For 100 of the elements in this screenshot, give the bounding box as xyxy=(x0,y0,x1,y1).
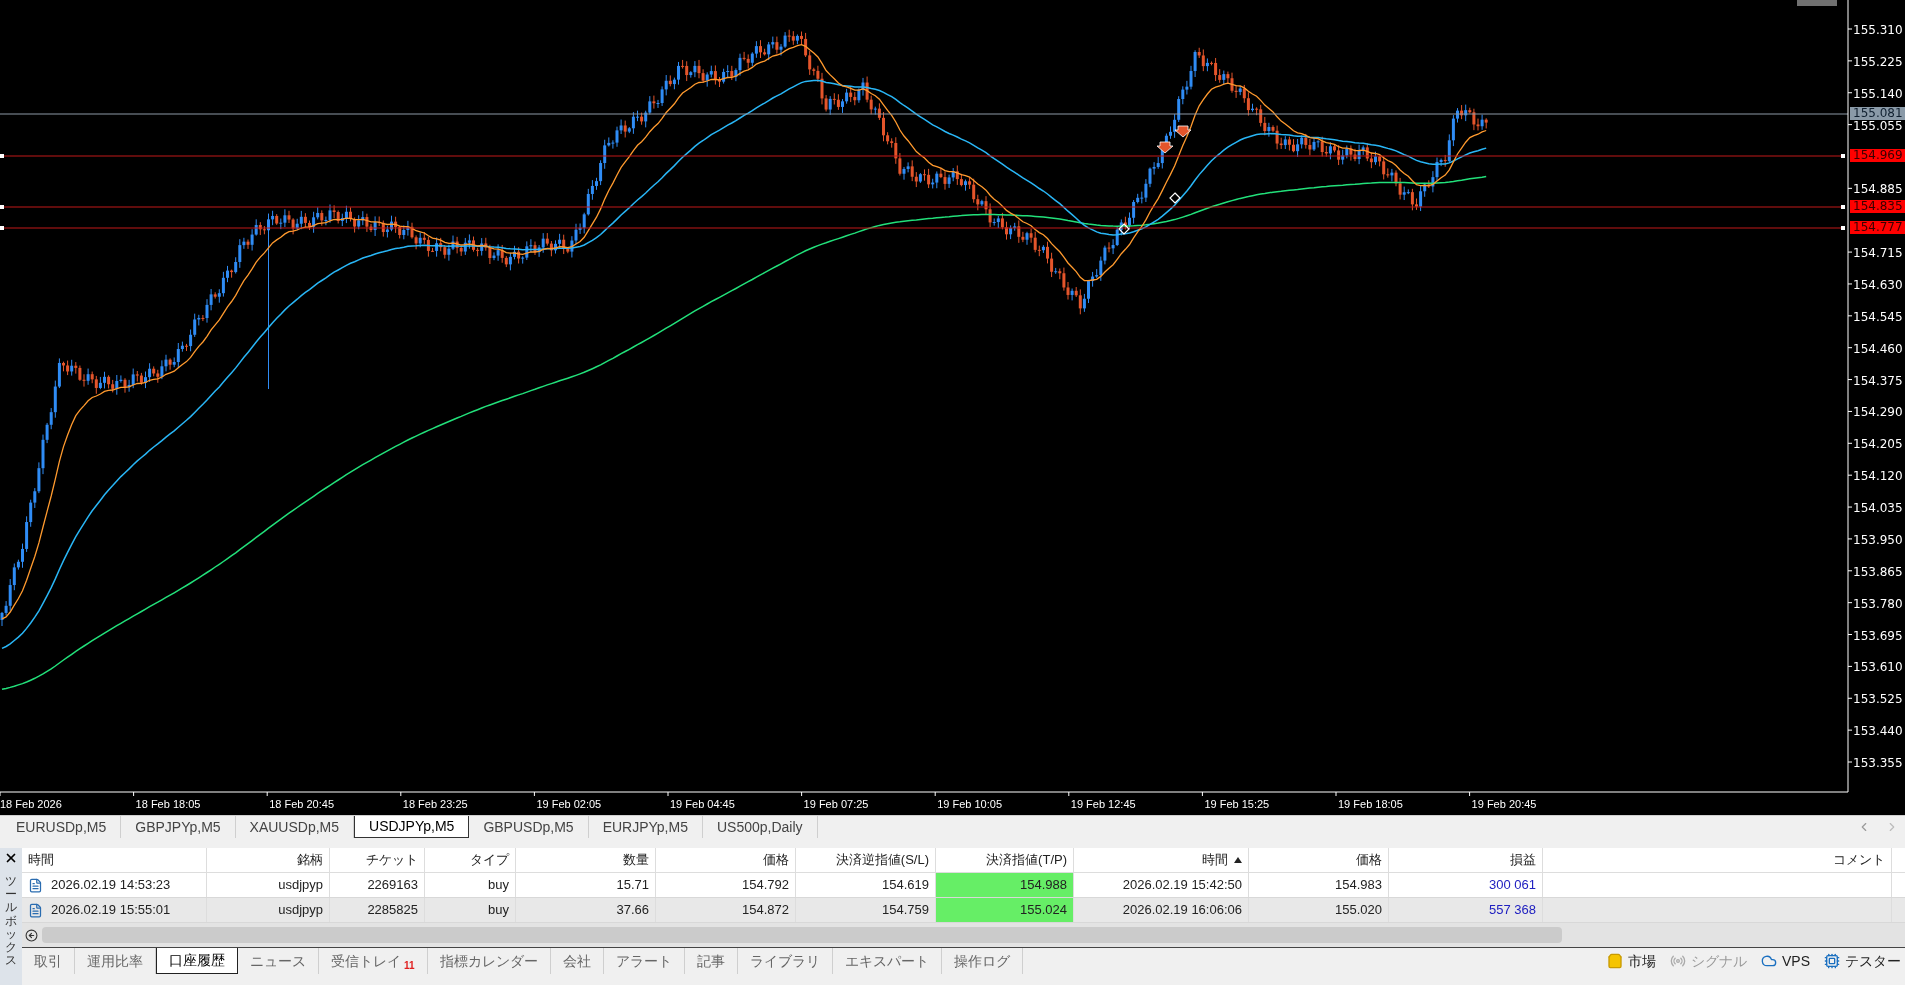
trade-marker-icon xyxy=(1118,223,1130,235)
column-header[interactable]: 時間 xyxy=(22,848,207,872)
time-scale-label: 19 Feb 04:45 xyxy=(670,797,735,811)
table-cell: buy xyxy=(425,898,516,922)
price-scale-label: 153.695 xyxy=(1853,629,1903,642)
horizontal-scrollbar-thumb[interactable] xyxy=(42,927,1562,943)
cloud-icon xyxy=(1761,953,1777,969)
price-scale-label: 153.865 xyxy=(1853,565,1903,578)
column-header[interactable]: 価格 xyxy=(1249,848,1389,872)
toolbox-tab[interactable]: 指標カレンダー xyxy=(427,948,551,974)
price-scale-label: 154.885 xyxy=(1853,183,1903,196)
table-cell: 15.71 xyxy=(516,873,656,897)
price-scale-label: 154.290 xyxy=(1853,406,1903,419)
column-header[interactable]: コメント xyxy=(1543,848,1892,872)
column-header[interactable]: 価格 xyxy=(656,848,796,872)
table-cell: 154.988 xyxy=(936,873,1074,897)
trade-marker-icon xyxy=(1169,192,1181,204)
price-level-line[interactable] xyxy=(0,154,1846,158)
time-scale-label: 19 Feb 02:05 xyxy=(536,797,602,811)
table-cell: buy xyxy=(425,873,516,897)
price-tag: 155.081 xyxy=(1850,107,1905,120)
table-cell: 154.792 xyxy=(656,873,796,897)
column-header[interactable]: 数量 xyxy=(516,848,656,872)
toolbox-tab[interactable]: 受信トレイ 11 xyxy=(319,948,428,974)
toolbox-tab[interactable]: ライブラリ xyxy=(737,948,833,974)
unread-count: 11 xyxy=(404,958,415,973)
table-cell: 155.020 xyxy=(1249,898,1389,922)
price-scale-label: 155.140 xyxy=(1853,87,1903,100)
chart-tab[interactable]: EURUSDp,M5 xyxy=(2,816,122,838)
table-cell: 37.66 xyxy=(516,898,656,922)
table-cell: 2285825 xyxy=(330,898,425,922)
chart-tab[interactable]: GBPUSDp,M5 xyxy=(469,816,589,838)
column-header[interactable]: チケット xyxy=(330,848,425,872)
toolbox-tab[interactable]: 口座履歴 xyxy=(156,948,238,974)
price-scale-label: 153.780 xyxy=(1853,597,1903,610)
toolbox-tab[interactable]: アラート xyxy=(603,948,685,974)
price-tag: 154.777 xyxy=(1850,221,1905,234)
chart-scroll-marker[interactable] xyxy=(1797,0,1837,6)
signal-icon xyxy=(1670,953,1686,969)
column-header[interactable]: 損益 xyxy=(1389,848,1543,872)
chart-tab[interactable]: US500p,Daily xyxy=(702,816,818,838)
table-cell: 2026.02.19 14:53:23 xyxy=(22,873,207,897)
sort-up-icon xyxy=(1234,857,1242,863)
time-scale-label: 18 Feb 20:45 xyxy=(269,797,335,811)
status-button[interactable]: 市場 xyxy=(1607,950,1656,972)
price-scale-label: 153.525 xyxy=(1853,693,1903,706)
column-header[interactable]: タイプ xyxy=(425,848,516,872)
price-tag: 154.835 xyxy=(1850,200,1905,213)
table-cell: 2026.02.19 16:06:06 xyxy=(1074,898,1249,922)
shopping-bag-icon xyxy=(1607,953,1623,969)
toolbox-tab[interactable]: 操作ログ xyxy=(941,948,1023,974)
price-scale-label: 154.205 xyxy=(1853,438,1903,451)
time-scale-label: 19 Feb 10:05 xyxy=(937,797,1003,811)
status-button[interactable]: VPS xyxy=(1761,950,1810,972)
time-scale-label: 18 Feb 18:05 xyxy=(135,797,201,811)
time-scale-label: 19 Feb 18:05 xyxy=(1338,797,1403,811)
close-icon[interactable] xyxy=(4,851,18,865)
price-scale-label: 154.715 xyxy=(1853,247,1903,260)
toolbox-tab[interactable]: 取引 xyxy=(22,948,75,974)
price-scale-label: 153.610 xyxy=(1853,661,1903,674)
toolbox-tab[interactable]: 会社 xyxy=(550,948,604,974)
toolbox-tab[interactable]: ニュース xyxy=(238,948,319,974)
price-level-line[interactable] xyxy=(0,226,1846,230)
document-icon xyxy=(28,877,43,893)
status-button[interactable]: テスター xyxy=(1824,950,1901,972)
time-scale-label: 18 Feb 2026 xyxy=(0,797,62,811)
sell-arrow-icon xyxy=(1156,141,1174,154)
table-cell: 557 368 xyxy=(1389,898,1543,922)
price-scale-label: 155.055 xyxy=(1853,119,1903,132)
table-cell: 300 061 xyxy=(1389,873,1543,897)
document-icon xyxy=(28,902,43,918)
time-scale-label: 19 Feb 20:45 xyxy=(1471,797,1537,811)
price-scale-label: 154.375 xyxy=(1853,374,1903,387)
price-scale-label: 155.225 xyxy=(1853,55,1903,68)
column-header[interactable]: 時間 xyxy=(1074,848,1249,872)
column-header[interactable]: 決済逆指値(S/L) xyxy=(796,848,936,872)
time-scale-label: 19 Feb 15:25 xyxy=(1204,797,1270,811)
price-scale-label: 154.630 xyxy=(1853,278,1903,291)
sell-arrow-icon xyxy=(1174,125,1192,138)
time-scale-label: 19 Feb 12:45 xyxy=(1070,797,1136,811)
chart-tab[interactable]: EURJPYp,M5 xyxy=(588,816,703,838)
price-scale-label: 153.355 xyxy=(1853,757,1903,769)
table-cell: 154.983 xyxy=(1249,873,1389,897)
column-header[interactable]: 銘柄 xyxy=(207,848,330,872)
chip-icon xyxy=(1824,953,1840,969)
table-cell: 2026.02.19 15:42:50 xyxy=(1074,873,1249,897)
price-level-line[interactable] xyxy=(0,205,1846,209)
chart-tab[interactable]: USDJPYp,M5 xyxy=(354,816,470,838)
table-cell: 2269163 xyxy=(330,873,425,897)
toolbox-title: ツールボックス xyxy=(5,875,17,968)
table-cell: usdjpyp xyxy=(207,898,330,922)
table-cell: 2026.02.19 15:55:01 xyxy=(22,898,207,922)
toolbox-tab[interactable]: 記事 xyxy=(684,948,738,974)
price-scale-label: 154.545 xyxy=(1853,310,1903,323)
price-tag: 154.969 xyxy=(1850,149,1905,162)
chart-tab[interactable]: GBPJPYp,M5 xyxy=(121,816,236,838)
arrow-circle-icon[interactable] xyxy=(25,928,38,942)
toolbox-tab[interactable]: エキスパート xyxy=(832,948,942,974)
price-scale-label: 154.460 xyxy=(1853,342,1903,355)
column-header[interactable]: 決済指値(T/P) xyxy=(936,848,1074,872)
